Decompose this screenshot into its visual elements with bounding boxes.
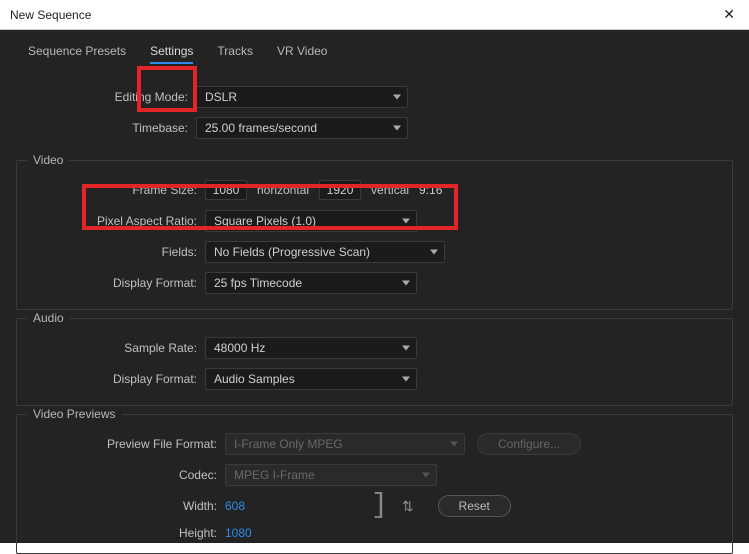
tab-tracks[interactable]: Tracks: [217, 44, 253, 64]
chevron-down-icon: [393, 95, 401, 100]
reset-button[interactable]: Reset: [438, 495, 511, 517]
editing-mode-value: DSLR: [205, 90, 237, 104]
fields-value: No Fields (Progressive Scan): [214, 245, 370, 259]
aspect-ratio-readout: 9:16: [419, 183, 442, 197]
timebase-label: Timebase:: [0, 121, 196, 135]
preview-width-value[interactable]: 608: [225, 499, 365, 513]
titlebar: New Sequence ✕: [0, 0, 749, 30]
video-dformat-label: Display Format:: [25, 276, 205, 290]
tab-vr-video[interactable]: VR Video: [277, 44, 327, 64]
sample-rate-label: Sample Rate:: [25, 341, 205, 355]
par-select[interactable]: Square Pixels (1.0): [205, 210, 417, 232]
preview-width-label: Width:: [25, 499, 225, 513]
horizontal-label: horizontal: [257, 183, 309, 197]
audio-legend: Audio: [27, 311, 70, 325]
editing-mode-select[interactable]: DSLR: [196, 86, 408, 108]
chevron-down-icon: [402, 281, 410, 286]
video-legend: Video: [27, 153, 69, 167]
frame-size-label: Frame Size:: [25, 183, 205, 197]
link-icon[interactable]: ⇅: [394, 498, 422, 515]
close-icon[interactable]: ✕: [717, 4, 741, 25]
preview-height-label: Height:: [25, 526, 225, 540]
chevron-down-icon: [393, 126, 401, 131]
chevron-down-icon: [450, 442, 458, 447]
preview-height-value[interactable]: 1080: [225, 526, 252, 540]
tab-settings[interactable]: Settings: [150, 44, 193, 64]
sample-rate-select[interactable]: 48000 Hz: [205, 337, 417, 359]
pff-label: Preview File Format:: [25, 437, 225, 451]
tab-sequence-presets[interactable]: Sequence Presets: [28, 44, 126, 64]
audio-dformat-label: Display Format:: [25, 372, 205, 386]
audio-dformat-value: Audio Samples: [214, 372, 295, 386]
audio-dformat-select[interactable]: Audio Samples: [205, 368, 417, 390]
video-dformat-select[interactable]: 25 fps Timecode: [205, 272, 417, 294]
bracket-icon: ]: [365, 492, 394, 520]
chevron-down-icon: [402, 346, 410, 351]
pff-value: I-Frame Only MPEG: [234, 437, 343, 451]
configure-button: Configure...: [477, 433, 581, 455]
frame-height-input[interactable]: [319, 180, 361, 200]
par-label: Pixel Aspect Ratio:: [25, 214, 205, 228]
chevron-down-icon: [430, 250, 438, 255]
par-value: Square Pixels (1.0): [214, 214, 316, 228]
sample-rate-value: 48000 Hz: [214, 341, 265, 355]
settings-panel: Sequence Presets Settings Tracks VR Vide…: [0, 30, 749, 543]
tab-bar: Sequence Presets Settings Tracks VR Vide…: [0, 30, 749, 76]
video-group: Video Frame Size: horizontal vertical 9:…: [16, 160, 733, 310]
video-dformat-value: 25 fps Timecode: [214, 276, 302, 290]
chevron-down-icon: [422, 473, 430, 478]
video-previews-group: Video Previews Preview File Format: I-Fr…: [16, 414, 733, 554]
codec-select: MPEG I-Frame: [225, 464, 437, 486]
timebase-value: 25.00 frames/second: [205, 121, 317, 135]
fields-label: Fields:: [25, 245, 205, 259]
editing-mode-label: Editing Mode:: [0, 90, 196, 104]
codec-value: MPEG I-Frame: [234, 468, 315, 482]
fields-select[interactable]: No Fields (Progressive Scan): [205, 241, 445, 263]
previews-legend: Video Previews: [27, 407, 122, 421]
codec-label: Codec:: [25, 468, 225, 482]
chevron-down-icon: [402, 377, 410, 382]
timebase-select[interactable]: 25.00 frames/second: [196, 117, 408, 139]
pff-select: I-Frame Only MPEG: [225, 433, 465, 455]
window-title: New Sequence: [10, 8, 91, 22]
chevron-down-icon: [402, 219, 410, 224]
audio-group: Audio Sample Rate: 48000 Hz Display Form…: [16, 318, 733, 406]
vertical-label: vertical: [371, 183, 409, 197]
frame-width-input[interactable]: [205, 180, 247, 200]
